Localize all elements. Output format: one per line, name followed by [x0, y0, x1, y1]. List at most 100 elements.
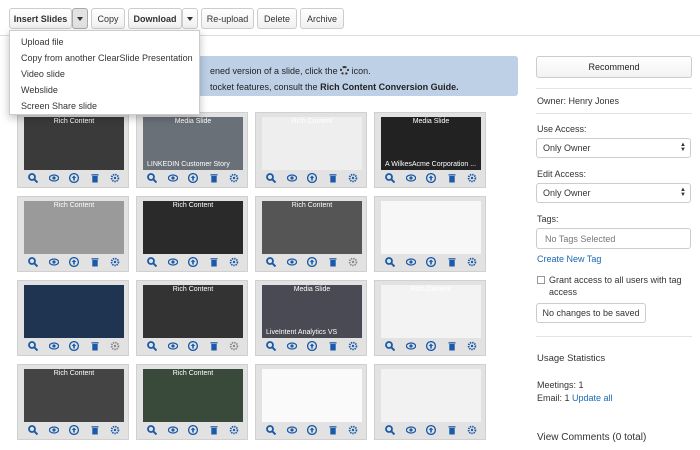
delete-button[interactable]: Delete: [257, 8, 297, 29]
gear-icon[interactable]: [467, 173, 477, 183]
edit-access-select[interactable]: Only Owner ▲ ▼: [536, 183, 691, 203]
slide-thumbnail[interactable]: Rich Content: [24, 117, 124, 170]
update-all-link[interactable]: Update all: [572, 393, 613, 403]
upload-icon[interactable]: [188, 173, 198, 183]
gear-icon[interactable]: [110, 257, 120, 267]
slide-thumbnail[interactable]: Media Slide LINKEDIN Customer Story: [143, 117, 243, 170]
slide-thumbnail[interactable]: Rich Content: [24, 369, 124, 422]
slide-thumbnail[interactable]: Rich Content: [262, 117, 362, 170]
slide-card[interactable]: [374, 364, 486, 440]
eye-icon[interactable]: [167, 257, 178, 267]
slide-thumbnail[interactable]: Media Slide A WilkesAcme Corporation ...: [381, 117, 481, 170]
slide-card[interactable]: Rich Content: [255, 112, 367, 188]
search-icon[interactable]: [147, 425, 157, 435]
upload-icon[interactable]: [307, 173, 317, 183]
search-icon[interactable]: [28, 173, 38, 183]
upload-icon[interactable]: [69, 257, 79, 267]
trash-icon[interactable]: [90, 257, 100, 267]
insert-slides-button[interactable]: Insert Slides: [9, 8, 72, 29]
slide-card[interactable]: Rich Content: [136, 280, 248, 356]
slide-card[interactable]: Rich Content: [374, 280, 486, 356]
gear-icon[interactable]: [348, 173, 358, 183]
slide-thumbnail[interactable]: Rich Content: [143, 201, 243, 254]
search-icon[interactable]: [266, 425, 276, 435]
slide-card[interactable]: [17, 280, 129, 356]
gear-icon[interactable]: [348, 425, 358, 435]
upload-icon[interactable]: [426, 341, 436, 351]
eye-icon[interactable]: [286, 173, 297, 183]
menu-item-copy-presentation[interactable]: Copy from another ClearSlide Presentatio…: [21, 53, 193, 63]
eye-icon[interactable]: [405, 173, 416, 183]
search-icon[interactable]: [28, 257, 38, 267]
archive-button[interactable]: Archive: [300, 8, 344, 29]
gear-icon[interactable]: [467, 257, 477, 267]
search-icon[interactable]: [266, 173, 276, 183]
trash-icon[interactable]: [90, 341, 100, 351]
slide-thumbnail[interactable]: Rich Content: [381, 285, 481, 338]
search-icon[interactable]: [147, 341, 157, 351]
trash-icon[interactable]: [447, 425, 457, 435]
upload-icon[interactable]: [307, 425, 317, 435]
eye-icon[interactable]: [286, 257, 297, 267]
no-changes-button[interactable]: No changes to be saved: [536, 303, 646, 323]
slide-card[interactable]: Media Slide LINKEDIN Customer Story: [136, 112, 248, 188]
trash-icon[interactable]: [209, 173, 219, 183]
eye-icon[interactable]: [286, 425, 297, 435]
gear-icon[interactable]: [229, 341, 239, 351]
slide-card[interactable]: [255, 364, 367, 440]
slide-thumbnail[interactable]: [381, 201, 481, 254]
reupload-button[interactable]: Re-upload: [201, 8, 254, 29]
search-icon[interactable]: [28, 341, 38, 351]
search-icon[interactable]: [147, 173, 157, 183]
slide-card[interactable]: Media Slide LiveIntent Analytics VS: [255, 280, 367, 356]
tags-input[interactable]: No Tags Selected: [536, 228, 691, 249]
gear-icon[interactable]: [110, 425, 120, 435]
gear-icon[interactable]: [467, 425, 477, 435]
upload-icon[interactable]: [426, 173, 436, 183]
slide-card[interactable]: [374, 196, 486, 272]
upload-icon[interactable]: [307, 341, 317, 351]
eye-icon[interactable]: [405, 257, 416, 267]
copy-button[interactable]: Copy: [91, 8, 125, 29]
menu-item-upload-file[interactable]: Upload file: [21, 37, 64, 47]
slide-thumbnail[interactable]: Rich Content: [262, 201, 362, 254]
slide-thumbnail[interactable]: Rich Content: [143, 285, 243, 338]
search-icon[interactable]: [385, 341, 395, 351]
trash-icon[interactable]: [328, 257, 338, 267]
eye-icon[interactable]: [405, 341, 416, 351]
search-icon[interactable]: [385, 257, 395, 267]
menu-item-webslide[interactable]: Webslide: [21, 85, 58, 95]
upload-icon[interactable]: [69, 425, 79, 435]
trash-icon[interactable]: [328, 173, 338, 183]
slide-thumbnail[interactable]: [24, 285, 124, 338]
trash-icon[interactable]: [209, 425, 219, 435]
slide-card[interactable]: Rich Content: [17, 364, 129, 440]
gear-icon[interactable]: [110, 341, 120, 351]
eye-icon[interactable]: [48, 257, 59, 267]
grant-access-checkbox[interactable]: [537, 276, 545, 284]
search-icon[interactable]: [147, 257, 157, 267]
eye-icon[interactable]: [167, 173, 178, 183]
slide-thumbnail[interactable]: [381, 369, 481, 422]
upload-icon[interactable]: [188, 257, 198, 267]
eye-icon[interactable]: [167, 425, 178, 435]
slide-card[interactable]: Rich Content: [136, 364, 248, 440]
upload-icon[interactable]: [188, 425, 198, 435]
slide-card[interactable]: Rich Content: [255, 196, 367, 272]
trash-icon[interactable]: [90, 425, 100, 435]
slide-card[interactable]: Media Slide A WilkesAcme Corporation ...: [374, 112, 486, 188]
search-icon[interactable]: [28, 425, 38, 435]
gear-icon[interactable]: [110, 173, 120, 183]
search-icon[interactable]: [266, 341, 276, 351]
use-access-select[interactable]: Only Owner ▲ ▼: [536, 138, 691, 158]
eye-icon[interactable]: [48, 341, 59, 351]
slide-thumbnail[interactable]: Rich Content: [143, 369, 243, 422]
trash-icon[interactable]: [209, 341, 219, 351]
upload-icon[interactable]: [188, 341, 198, 351]
upload-icon[interactable]: [69, 173, 79, 183]
trash-icon[interactable]: [328, 341, 338, 351]
gear-icon[interactable]: [229, 257, 239, 267]
slide-thumbnail[interactable]: Rich Content: [24, 201, 124, 254]
recommend-button[interactable]: Recommend: [536, 56, 692, 78]
eye-icon[interactable]: [167, 341, 178, 351]
